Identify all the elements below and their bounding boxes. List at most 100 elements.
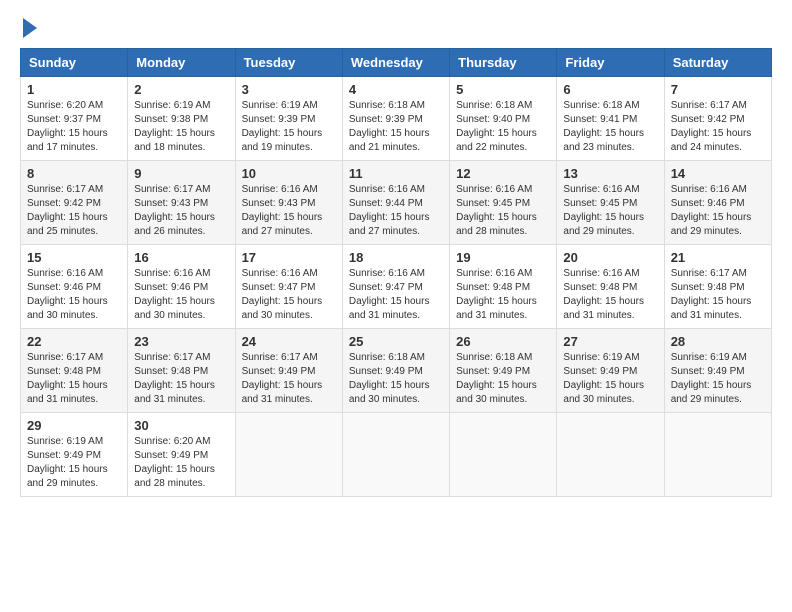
day-number: 6 [563,82,657,97]
sunrise-text: Sunrise: 6:16 AM [27,268,103,279]
day-detail: Sunrise: 6:16 AM Sunset: 9:45 PM Dayligh… [563,183,657,239]
day-number: 26 [456,334,550,349]
daylight-text: Daylight: 15 hours and 27 minutes. [242,212,323,237]
column-header-friday: Friday [557,49,664,77]
sunset-text: Sunset: 9:49 PM [456,366,530,377]
calendar-cell: 15 Sunrise: 6:16 AM Sunset: 9:46 PM Dayl… [21,245,128,329]
calendar-cell: 23 Sunrise: 6:17 AM Sunset: 9:48 PM Dayl… [128,329,235,413]
sunset-text: Sunset: 9:40 PM [456,114,530,125]
daylight-text: Daylight: 15 hours and 23 minutes. [563,128,644,153]
calendar-cell: 3 Sunrise: 6:19 AM Sunset: 9:39 PM Dayli… [235,77,342,161]
sunset-text: Sunset: 9:42 PM [671,114,745,125]
daylight-text: Daylight: 15 hours and 30 minutes. [349,380,430,405]
day-detail: Sunrise: 6:16 AM Sunset: 9:47 PM Dayligh… [349,267,443,323]
sunrise-text: Sunrise: 6:20 AM [27,100,103,111]
calendar-week-row: 29 Sunrise: 6:19 AM Sunset: 9:49 PM Dayl… [21,413,772,497]
sunrise-text: Sunrise: 6:16 AM [242,268,318,279]
sunset-text: Sunset: 9:43 PM [134,198,208,209]
daylight-text: Daylight: 15 hours and 31 minutes. [134,380,215,405]
sunset-text: Sunset: 9:49 PM [242,366,316,377]
sunset-text: Sunset: 9:37 PM [27,114,101,125]
daylight-text: Daylight: 15 hours and 27 minutes. [349,212,430,237]
calendar-cell: 21 Sunrise: 6:17 AM Sunset: 9:48 PM Dayl… [664,245,771,329]
day-number: 12 [456,166,550,181]
sunrise-text: Sunrise: 6:19 AM [671,352,747,363]
day-number: 28 [671,334,765,349]
calendar-cell [557,413,664,497]
day-detail: Sunrise: 6:16 AM Sunset: 9:44 PM Dayligh… [349,183,443,239]
logo [20,20,37,38]
daylight-text: Daylight: 15 hours and 31 minutes. [242,380,323,405]
sunrise-text: Sunrise: 6:19 AM [563,352,639,363]
day-detail: Sunrise: 6:17 AM Sunset: 9:42 PM Dayligh… [671,99,765,155]
daylight-text: Daylight: 15 hours and 31 minutes. [27,380,108,405]
day-number: 16 [134,250,228,265]
sunset-text: Sunset: 9:38 PM [134,114,208,125]
sunset-text: Sunset: 9:48 PM [456,282,530,293]
sunrise-text: Sunrise: 6:18 AM [563,100,639,111]
day-number: 25 [349,334,443,349]
day-detail: Sunrise: 6:16 AM Sunset: 9:48 PM Dayligh… [456,267,550,323]
sunset-text: Sunset: 9:45 PM [456,198,530,209]
calendar-cell: 7 Sunrise: 6:17 AM Sunset: 9:42 PM Dayli… [664,77,771,161]
daylight-text: Daylight: 15 hours and 17 minutes. [27,128,108,153]
calendar-cell: 18 Sunrise: 6:16 AM Sunset: 9:47 PM Dayl… [342,245,449,329]
calendar-cell: 4 Sunrise: 6:18 AM Sunset: 9:39 PM Dayli… [342,77,449,161]
calendar-cell: 13 Sunrise: 6:16 AM Sunset: 9:45 PM Dayl… [557,161,664,245]
day-number: 24 [242,334,336,349]
sunrise-text: Sunrise: 6:17 AM [671,100,747,111]
sunset-text: Sunset: 9:49 PM [27,450,101,461]
column-header-sunday: Sunday [21,49,128,77]
day-detail: Sunrise: 6:18 AM Sunset: 9:40 PM Dayligh… [456,99,550,155]
day-detail: Sunrise: 6:16 AM Sunset: 9:46 PM Dayligh… [134,267,228,323]
daylight-text: Daylight: 15 hours and 31 minutes. [563,296,644,321]
day-number: 29 [27,418,121,433]
day-number: 5 [456,82,550,97]
column-header-saturday: Saturday [664,49,771,77]
calendar-cell: 1 Sunrise: 6:20 AM Sunset: 9:37 PM Dayli… [21,77,128,161]
calendar-cell: 8 Sunrise: 6:17 AM Sunset: 9:42 PM Dayli… [21,161,128,245]
sunrise-text: Sunrise: 6:17 AM [242,352,318,363]
day-number: 11 [349,166,443,181]
calendar-cell: 10 Sunrise: 6:16 AM Sunset: 9:43 PM Dayl… [235,161,342,245]
day-detail: Sunrise: 6:18 AM Sunset: 9:49 PM Dayligh… [349,351,443,407]
day-detail: Sunrise: 6:16 AM Sunset: 9:47 PM Dayligh… [242,267,336,323]
day-detail: Sunrise: 6:17 AM Sunset: 9:49 PM Dayligh… [242,351,336,407]
calendar-cell: 29 Sunrise: 6:19 AM Sunset: 9:49 PM Dayl… [21,413,128,497]
calendar-cell: 9 Sunrise: 6:17 AM Sunset: 9:43 PM Dayli… [128,161,235,245]
column-header-wednesday: Wednesday [342,49,449,77]
daylight-text: Daylight: 15 hours and 30 minutes. [456,380,537,405]
day-detail: Sunrise: 6:17 AM Sunset: 9:48 PM Dayligh… [27,351,121,407]
calendar-cell: 6 Sunrise: 6:18 AM Sunset: 9:41 PM Dayli… [557,77,664,161]
sunrise-text: Sunrise: 6:16 AM [563,268,639,279]
day-detail: Sunrise: 6:17 AM Sunset: 9:48 PM Dayligh… [134,351,228,407]
calendar-cell: 14 Sunrise: 6:16 AM Sunset: 9:46 PM Dayl… [664,161,771,245]
sunset-text: Sunset: 9:46 PM [671,198,745,209]
daylight-text: Daylight: 15 hours and 30 minutes. [242,296,323,321]
sunrise-text: Sunrise: 6:16 AM [134,268,210,279]
daylight-text: Daylight: 15 hours and 30 minutes. [563,380,644,405]
daylight-text: Daylight: 15 hours and 29 minutes. [563,212,644,237]
calendar-week-row: 22 Sunrise: 6:17 AM Sunset: 9:48 PM Dayl… [21,329,772,413]
column-header-tuesday: Tuesday [235,49,342,77]
daylight-text: Daylight: 15 hours and 19 minutes. [242,128,323,153]
sunrise-text: Sunrise: 6:19 AM [242,100,318,111]
sunrise-text: Sunrise: 6:18 AM [349,352,425,363]
calendar-week-row: 15 Sunrise: 6:16 AM Sunset: 9:46 PM Dayl… [21,245,772,329]
day-number: 3 [242,82,336,97]
day-number: 22 [27,334,121,349]
sunset-text: Sunset: 9:46 PM [27,282,101,293]
sunset-text: Sunset: 9:48 PM [563,282,637,293]
calendar-cell: 25 Sunrise: 6:18 AM Sunset: 9:49 PM Dayl… [342,329,449,413]
sunrise-text: Sunrise: 6:17 AM [134,352,210,363]
calendar-header-row: SundayMondayTuesdayWednesdayThursdayFrid… [21,49,772,77]
calendar-cell: 19 Sunrise: 6:16 AM Sunset: 9:48 PM Dayl… [450,245,557,329]
daylight-text: Daylight: 15 hours and 31 minutes. [671,296,752,321]
calendar-week-row: 1 Sunrise: 6:20 AM Sunset: 9:37 PM Dayli… [21,77,772,161]
day-number: 14 [671,166,765,181]
sunrise-text: Sunrise: 6:16 AM [456,268,532,279]
day-detail: Sunrise: 6:17 AM Sunset: 9:48 PM Dayligh… [671,267,765,323]
calendar-cell: 28 Sunrise: 6:19 AM Sunset: 9:49 PM Dayl… [664,329,771,413]
daylight-text: Daylight: 15 hours and 28 minutes. [134,464,215,489]
sunrise-text: Sunrise: 6:19 AM [134,100,210,111]
